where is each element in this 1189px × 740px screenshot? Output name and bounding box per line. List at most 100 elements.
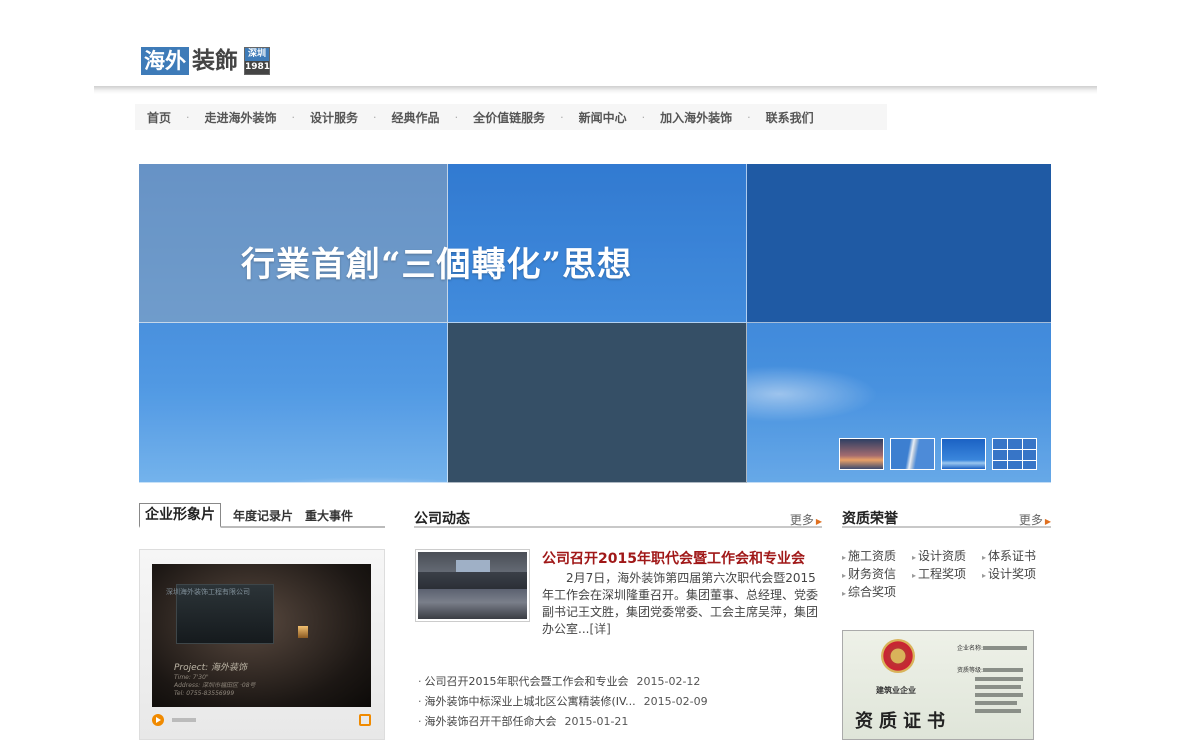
logo-text-secondary: 装飾 [192,47,238,74]
news-thumbnail[interactable] [415,549,530,622]
tab-major-events[interactable]: 重大事件 [305,506,353,526]
video-info-line: Tel: 0755-83556999 [174,690,235,697]
honor-link-label: 工程奖项 [918,567,967,581]
honor-link-label: 综合奖项 [848,585,897,599]
news-headline[interactable]: 公司召开2015年职代会暨工作会和专业会 [542,548,805,568]
triangle-icon: ▸ [842,553,847,562]
news-item-date: 2015-02-09 [643,695,708,708]
fullscreen-icon[interactable] [359,714,371,726]
certificate-label: 企业名称: [957,645,984,652]
nav-item-services[interactable]: 全价值链服务 [473,109,545,126]
video-sign-text: 深圳海外装饰工程有限公司 [166,588,250,596]
nav-item-join[interactable]: 加入海外装饰 [660,109,732,126]
honor-link-design-awards[interactable]: ▸ 设计奖项 [982,566,1051,584]
national-emblem-icon [881,639,915,673]
news-header: 公司动态 更多 ▶ [414,506,822,528]
logo-badge: 深圳 1981 [244,47,270,75]
triangle-icon: ▸ [982,571,987,580]
video-tabs: 企业形象片 年度记录片 重大事件 [139,503,385,528]
honor-link-design[interactable]: ▸ 设计资质 [912,548,982,566]
nav-separator: · [560,110,564,124]
honor-link-label: 设计奖项 [988,567,1037,581]
nav-item-home[interactable]: 首页 [147,109,171,126]
honor-link-general-awards[interactable]: ▸ 综合奖项 [842,584,912,602]
honor-link-label: 施工资质 [848,549,897,563]
banner-tile [448,323,747,483]
news-more-link[interactable]: 更多 ▶ [790,511,822,528]
triangle-icon: ▸ [842,571,847,580]
honors-header: 资质荣誉 更多 ▶ [842,506,1051,528]
nav-item-news[interactable]: 新闻中心 [579,109,627,126]
tab-corporate-film[interactable]: 企业形象片 [139,503,221,528]
nav-separator: · [291,110,296,124]
honor-link-label: 设计资质 [918,549,967,563]
hero-banner[interactable]: 行業首創“三個轉化”思想 [139,164,1051,483]
bullet-icon: · [418,675,422,688]
list-item[interactable]: · 海外装饰召开干部任命大会 2015-01-21 [418,712,822,732]
triangle-icon: ▸ [982,553,987,562]
certificate-image[interactable]: 建筑业企业 资质证书 企业名称: 资质等级: [842,630,1034,740]
video-progress-bar[interactable] [172,718,196,722]
news-detail-link[interactable]: [详] [589,622,610,636]
news-item-title: 海外装饰中标深业上城北区公寓精装修(IV... [424,695,636,708]
certificate-field [975,701,1017,705]
video-player: 深圳海外装饰工程有限公司 Project: 海外装饰 Time: 7'30" A… [139,549,385,740]
tab-annual-documentary[interactable]: 年度记录片 [233,506,293,526]
certificate-field [983,668,1023,672]
nav-item-design[interactable]: 设计服务 [310,109,358,126]
triangle-icon: ▸ [912,571,917,580]
nav-separator: · [747,110,751,124]
honor-link-system[interactable]: ▸ 体系证书 [982,548,1051,566]
nav-separator: · [186,110,190,124]
honors-title: 资质荣誉 [842,511,898,527]
chevron-right-icon: ▶ [1044,517,1051,526]
video-info: Time: 7'30" Address: 深圳市福田区 ·08号 Tel: 07… [174,674,256,698]
news-photo [418,552,527,619]
certificate-field [975,685,1021,689]
honor-link-construction[interactable]: ▸ 施工资质 [842,548,912,566]
nav-item-works[interactable]: 经典作品 [392,109,440,126]
nav-item-contact[interactable]: 联系我们 [766,109,814,126]
certificate-label: 资质等级: [957,667,984,674]
play-icon[interactable] [152,714,164,726]
news-summary: 2月7日，海外装饰第四届第六次职代会暨2015年工作会在深圳隆重召开。集团董事、… [542,570,820,638]
honor-link-label: 体系证书 [988,549,1037,563]
news-summary-text: 2月7日，海外装饰第四届第六次职代会暨2015年工作会在深圳隆重召开。集团董事、… [542,571,819,636]
bullet-icon: · [418,695,422,708]
honors-more-link[interactable]: 更多 ▶ [1019,511,1051,528]
certificate-field [975,693,1023,697]
list-item[interactable]: · 海外装饰中标深业上城北区公寓精装修(IV... 2015-02-09 [418,692,822,712]
site-logo[interactable]: 海外 装飾 深圳 1981 [141,46,270,76]
banner-thumbnails [839,438,1037,470]
main-nav: 首页 · 走进海外装饰 · 设计服务 · 经典作品 · 全价值链服务 · 新闻中… [135,104,887,130]
video-screen[interactable]: 深圳海外装饰工程有限公司 Project: 海外装饰 Time: 7'30" A… [152,564,371,707]
logo-badge-city: 深圳 [245,48,269,61]
nav-separator: · [454,110,459,124]
news-more-label: 更多 [789,513,814,527]
header-divider [94,86,1097,94]
honors-more-label: 更多 [1018,513,1043,527]
bullet-icon: · [418,715,422,728]
news-item-date: 2015-02-12 [636,675,701,688]
certificate-subtitle: 建筑业企业 [876,686,916,695]
list-item[interactable]: · 公司召开2015年职代会暨工作会和专业会 2015-02-12 [418,672,822,692]
banner-headline: 行業首創“三個轉化”思想 [241,245,633,285]
certificate-field [975,709,1021,713]
triangle-icon: ▸ [842,589,847,598]
banner-thumb-tower[interactable] [890,438,935,470]
honors-links: ▸ 施工资质 ▸ 设计资质 ▸ 体系证书 ▸ 财务资信 ▸ 工程奖项 ▸ 设计奖项 ▸ 综合奖… [842,548,1051,602]
nav-separator: · [641,110,646,124]
video-info-line: Address: 深圳市福田区 ·08号 [174,682,256,689]
video-project-line: Project: 海外装饰 [174,663,248,673]
banner-thumb-sunset[interactable] [839,438,884,470]
news-item-title: 海外装饰召开干部任命大会 [424,715,557,728]
honor-link-finance[interactable]: ▸ 财务资信 [842,566,912,584]
triangle-icon: ▸ [912,553,917,562]
banner-thumb-sky[interactable] [941,438,986,470]
nav-item-about[interactable]: 走进海外装饰 [205,109,277,126]
honor-link-project-awards[interactable]: ▸ 工程奖项 [912,566,982,584]
banner-tile [747,164,1051,323]
news-list: · 公司召开2015年职代会暨工作会和专业会 2015-02-12 · 海外装饰中标深… [418,672,822,732]
news-title: 公司动态 [414,511,470,527]
banner-thumb-grid[interactable] [992,438,1037,470]
